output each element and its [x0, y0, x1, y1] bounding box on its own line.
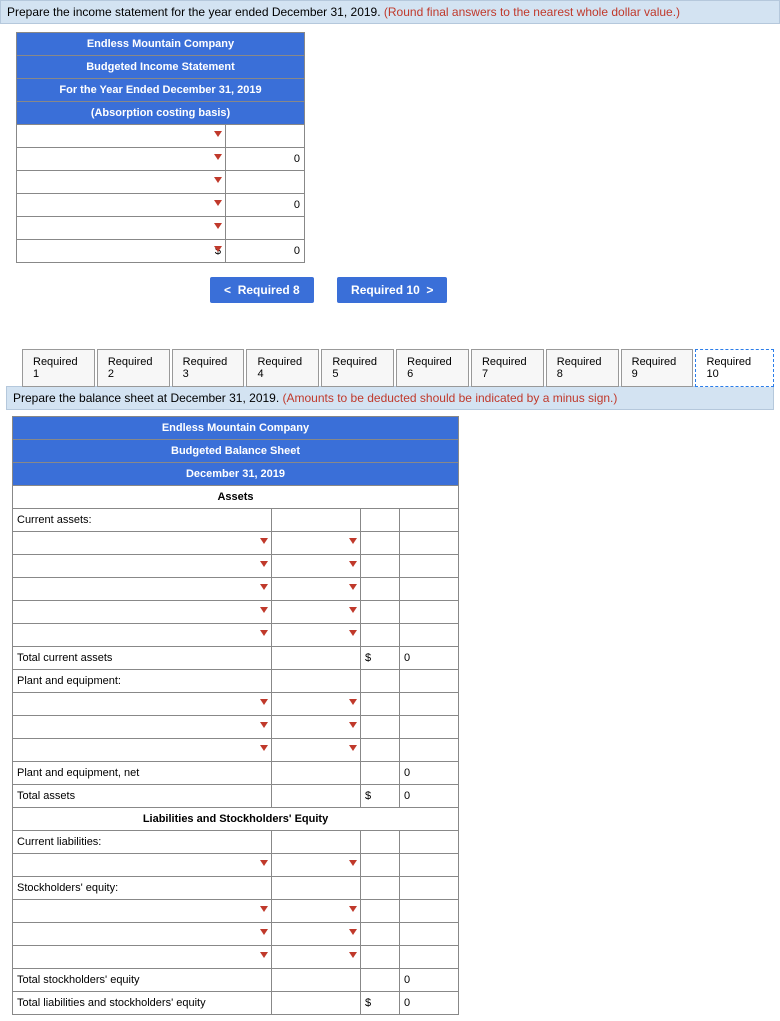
currency-symbol: $ — [361, 647, 400, 670]
currency-symbol: $ — [361, 785, 400, 808]
row-label-input[interactable] — [13, 624, 272, 647]
row-value-input[interactable]: 0 — [226, 240, 305, 263]
header-basis: (Absorption costing basis) — [17, 102, 305, 125]
instruction-red: (Amounts to be deducted should be indica… — [283, 391, 618, 405]
row-label-input[interactable] — [13, 532, 272, 555]
row-value-input[interactable] — [272, 923, 361, 946]
row-value-input[interactable] — [272, 900, 361, 923]
row-value-input[interactable] — [272, 555, 361, 578]
plant-equipment-net-value[interactable]: 0 — [400, 762, 459, 785]
row-value-input[interactable] — [272, 946, 361, 969]
tab-required-7[interactable]: Required 7 — [471, 349, 544, 387]
total-stockholders-equity-value[interactable]: 0 — [400, 969, 459, 992]
next-button[interactable]: Required 10 > — [337, 277, 447, 303]
row-label-input[interactable] — [13, 716, 272, 739]
instruction-income: Prepare the income statement for the yea… — [0, 0, 780, 24]
total-assets-value[interactable]: 0 — [400, 785, 459, 808]
currency-symbol: $ — [361, 992, 400, 1015]
tab-required-9[interactable]: Required 9 — [621, 349, 694, 387]
row-value-input[interactable] — [272, 854, 361, 877]
row-label-input[interactable] — [17, 194, 226, 217]
bs-header-liab: Liabilities and Stockholders' Equity — [13, 808, 459, 831]
row-label-input[interactable]: $ — [17, 240, 226, 263]
row-label-input[interactable] — [17, 125, 226, 148]
header-company: Endless Mountain Company — [17, 33, 305, 56]
row-label-input[interactable] — [13, 578, 272, 601]
row-value-input[interactable] — [272, 578, 361, 601]
row-label-input[interactable] — [13, 854, 272, 877]
row-label-input[interactable] — [13, 900, 272, 923]
income-statement-table: Endless Mountain Company Budgeted Income… — [16, 32, 305, 263]
row-value-input[interactable] — [272, 693, 361, 716]
bs-header-title: Budgeted Balance Sheet — [13, 440, 459, 463]
bs-header-company: Endless Mountain Company — [13, 417, 459, 440]
tab-required-1[interactable]: Required 1 — [22, 349, 95, 387]
tab-required-5[interactable]: Required 5 — [321, 349, 394, 387]
lbl-current-liabilities: Current liabilities: — [13, 831, 272, 854]
prev-label: Required 8 — [238, 283, 300, 297]
lbl-total-assets: Total assets — [13, 785, 272, 808]
chevron-left-icon: < — [224, 283, 231, 297]
row-label-input[interactable] — [17, 171, 226, 194]
lbl-stockholders-equity: Stockholders' equity: — [13, 877, 272, 900]
tab-required-3[interactable]: Required 3 — [172, 349, 245, 387]
row-label-input[interactable] — [13, 739, 272, 762]
row-value-input[interactable]: 0 — [226, 148, 305, 171]
row-label-input[interactable] — [17, 148, 226, 171]
next-label: Required 10 — [351, 283, 420, 297]
instruction-text: Prepare the income statement for the yea… — [7, 5, 384, 19]
row-label-input[interactable] — [17, 217, 226, 240]
tab-required-10[interactable]: Required 10 — [695, 349, 774, 387]
lbl-total-current-assets: Total current assets — [13, 647, 272, 670]
row-label-input[interactable] — [13, 693, 272, 716]
row-label-input[interactable] — [13, 946, 272, 969]
lbl-plant-equipment: Plant and equipment: — [13, 670, 272, 693]
tab-required-8[interactable]: Required 8 — [546, 349, 619, 387]
instruction-text: Prepare the balance sheet at December 31… — [13, 391, 283, 405]
total-liab-equity-value[interactable]: 0 — [400, 992, 459, 1015]
row-value-input[interactable] — [226, 125, 305, 148]
row-value-input[interactable] — [272, 739, 361, 762]
bs-header-period: December 31, 2019 — [13, 463, 459, 486]
row-value-input[interactable] — [272, 624, 361, 647]
row-label-input[interactable] — [13, 923, 272, 946]
tabs-row: Required 1 Required 2 Required 3 Require… — [6, 349, 774, 387]
prev-button[interactable]: < Required 8 — [210, 277, 314, 303]
lbl-total-stockholders-equity: Total stockholders' equity — [13, 969, 272, 992]
lbl-plant-equipment-net: Plant and equipment, net — [13, 762, 272, 785]
tab-required-6[interactable]: Required 6 — [396, 349, 469, 387]
header-period: For the Year Ended December 31, 2019 — [17, 79, 305, 102]
row-value-input[interactable]: 0 — [226, 194, 305, 217]
balance-sheet-table: Endless Mountain Company Budgeted Balanc… — [12, 416, 459, 1015]
row-value-input[interactable] — [272, 532, 361, 555]
tab-required-4[interactable]: Required 4 — [246, 349, 319, 387]
lbl-current-assets: Current assets: — [13, 509, 272, 532]
tab-required-2[interactable]: Required 2 — [97, 349, 170, 387]
row-label-input[interactable] — [13, 555, 272, 578]
row-value-input[interactable] — [272, 601, 361, 624]
nav-row: < Required 8 Required 10 > — [0, 277, 780, 303]
row-value-input[interactable] — [226, 217, 305, 240]
total-current-assets-value[interactable]: 0 — [400, 647, 459, 670]
lbl-total-liab-equity: Total liabilities and stockholders' equi… — [13, 992, 272, 1015]
header-title: Budgeted Income Statement — [17, 56, 305, 79]
bs-header-assets: Assets — [13, 486, 459, 509]
row-value-input[interactable] — [226, 171, 305, 194]
row-value-input[interactable] — [272, 716, 361, 739]
chevron-right-icon: > — [426, 283, 433, 297]
instruction-red: (Round final answers to the nearest whol… — [384, 5, 680, 19]
instruction-balance: Prepare the balance sheet at December 31… — [6, 386, 774, 410]
row-label-input[interactable] — [13, 601, 272, 624]
